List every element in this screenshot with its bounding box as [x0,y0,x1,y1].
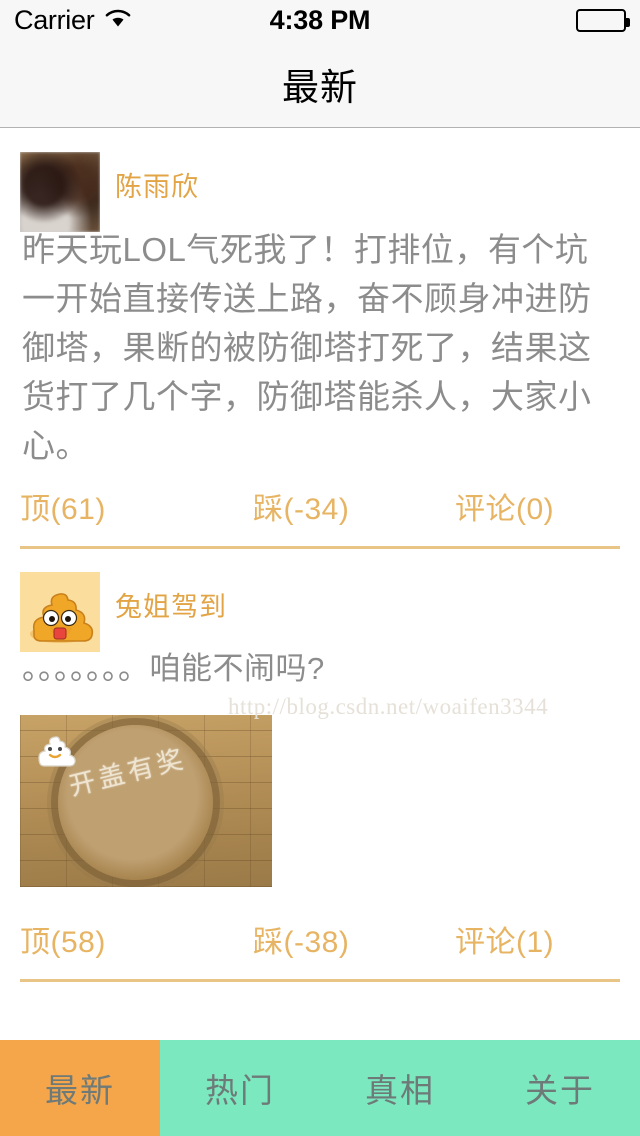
navigation-bar: 最新 [0,40,640,128]
post-actions: 顶(61) 踩(-34) 评论(0) [0,484,640,546]
status-bar: Carrier 4:38 PM [0,0,640,40]
poop-watermark-icon [32,725,80,769]
poop-emoji-avatar[interactable] [20,572,100,652]
post-author[interactable]: 陈雨欣 [115,165,199,204]
post-author[interactable]: 兔姐驾到 [115,585,227,624]
comment-button[interactable]: 评论(1) [455,917,554,961]
status-bar-right [576,0,630,40]
tab-latest[interactable]: 最新 [0,1040,160,1136]
post-actions: 顶(58) 踩(-38) 评论(1) [0,917,640,979]
app-screen: Carrier 4:38 PM 最新 陈雨欣 昨天玩LOL气死我了！打排位，有个… [0,0,640,1136]
post-header: 兔姐驾到 [0,549,640,652]
battery-icon [576,8,630,32]
post-list[interactable]: 陈雨欣 昨天玩LOL气死我了！打排位，有个坑一开始直接传送上路，奋不顾身冲进防御… [0,129,640,1040]
post-item[interactable]: 陈雨欣 昨天玩LOL气死我了！打排位，有个坑一开始直接传送上路，奋不顾身冲进防御… [0,129,640,549]
comment-button[interactable]: 评论(0) [455,484,554,528]
tab-about[interactable]: 关于 [480,1040,640,1136]
downvote-button[interactable]: 踩(-38) [253,917,349,961]
tab-truth[interactable]: 真相 [320,1040,480,1136]
user-photo-avatar[interactable] [20,152,100,232]
avatar-image [20,152,100,232]
tab-bar: 最新 热门 真相 关于 [0,1040,640,1136]
post-item[interactable]: 兔姐驾到 。。。。。。。咱能不闹吗? 开盖有奖 顶(58) 踩(-38) 评论(… [0,549,640,982]
tab-hot[interactable]: 热门 [160,1040,320,1136]
post-divider [20,979,620,982]
post-header: 陈雨欣 [0,129,640,232]
avatar-image [20,572,100,652]
post-text: 昨天玩LOL气死我了！打排位，有个坑一开始直接传送上路，奋不顾身冲进防御塔，果断… [22,231,592,464]
status-bar-time: 4:38 PM [269,4,371,35]
page-title: 最新 [282,66,358,108]
post-text: 。。。。。。。咱能不闹吗? [22,651,325,686]
post-attached-image[interactable]: 开盖有奖 [20,715,272,887]
upvote-button[interactable]: 顶(61) [20,484,106,528]
downvote-button[interactable]: 踩(-34) [253,484,349,528]
upvote-button[interactable]: 顶(58) [20,917,106,961]
